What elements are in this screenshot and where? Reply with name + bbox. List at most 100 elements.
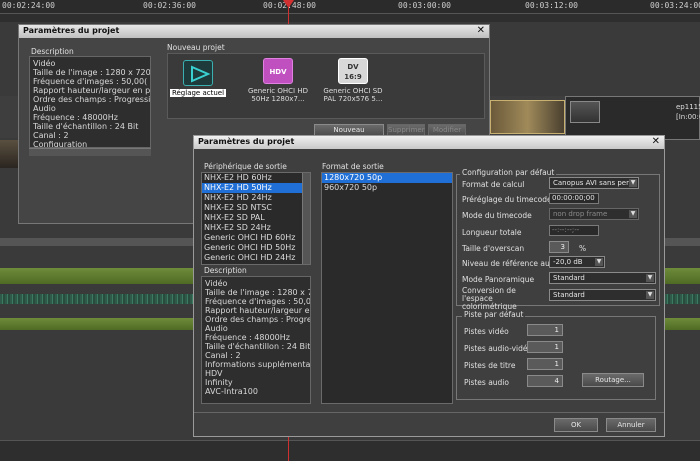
- device-list-item[interactable]: NHX-E2 SD NTSC: [202, 203, 310, 213]
- description-line: Fréquence d'images : 50,00( 50/1: [205, 297, 311, 306]
- description-label: Description: [204, 266, 247, 275]
- format-list-item[interactable]: 1280x720 50p: [322, 173, 452, 183]
- device-list-item[interactable]: NHX-E2 HD 24Hz: [202, 193, 310, 203]
- description-line: Configuration: [33, 140, 88, 148]
- output-format-label: Format de sortie: [322, 162, 384, 171]
- audio-ref-label: Niveau de référence audio: [462, 259, 562, 268]
- chevron-down-icon: ▼: [629, 210, 637, 218]
- description-line: Vidéo: [205, 279, 228, 288]
- preset-label: Réglage actuel: [169, 89, 227, 97]
- chevron-down-icon: ▼: [629, 179, 637, 187]
- format-list-item[interactable]: 960x720 50p: [322, 183, 452, 193]
- cancel-button[interactable]: Annuler: [606, 418, 656, 432]
- overscan-field[interactable]: 3: [549, 241, 569, 253]
- description-line: Ordre des champs : Progressif: [33, 95, 151, 104]
- current-setting-icon: [183, 60, 213, 86]
- device-list-item[interactable]: NHX-E2 SD 24Hz: [202, 223, 310, 233]
- timecode-label: 00:02:24:00: [2, 1, 55, 10]
- pan-mode-label: Mode Panoramique: [462, 275, 535, 284]
- dv-169-icon: DV 16:9: [338, 58, 368, 84]
- vertical-scrollbar[interactable]: [302, 173, 310, 264]
- timecode-mode-select[interactable]: non drop frame ▼: [549, 208, 639, 220]
- total-length-field[interactable]: --:--:--;--: [549, 225, 599, 236]
- description-box: Vidéo Taille de l'image : 1280 x 720 Fréqu…: [29, 56, 151, 148]
- timeline-ruler[interactable]: 00:02:24:00 00:02:36:00 00:02:48:00 00:0…: [0, 0, 700, 14]
- audio-tracks-label: Pistes audio: [464, 378, 509, 387]
- preset-label: Generic OHCI SD PAL 720x576 5...: [323, 87, 383, 103]
- preset-generic-ohci-hd[interactable]: HDV Generic OHCI HD 50Hz 1280x7...: [248, 58, 308, 103]
- dialog-titlebar[interactable]: Paramètres du projet ✕: [194, 136, 664, 149]
- preset-current-setting[interactable]: Réglage actuel: [168, 60, 228, 97]
- video-tracks-field[interactable]: 1: [527, 324, 563, 336]
- chevron-down-icon: ▼: [646, 274, 654, 282]
- color-conv-select[interactable]: Standard ▼: [549, 289, 656, 301]
- timecode-preset-label: Préréglage du timecode: [462, 195, 552, 204]
- preset-gallery: Réglage actuel HDV Generic OHCI HD 50Hz …: [167, 53, 485, 119]
- description-line: Audio: [205, 324, 228, 333]
- horizontal-scrollbar[interactable]: [29, 148, 151, 156]
- close-icon[interactable]: ✕: [477, 25, 485, 36]
- calc-format-value: Canopus AVI sans perte: [553, 179, 636, 187]
- dialog-titlebar[interactable]: Paramètres du projet ✕: [19, 25, 489, 38]
- ok-button[interactable]: OK: [554, 418, 598, 432]
- device-list-item[interactable]: Generic OHCI HD 24Hz: [202, 253, 310, 263]
- timecode-mode-value: non drop frame: [553, 210, 608, 218]
- timeline-footer: [0, 440, 700, 461]
- device-list-item[interactable]: NHX-E2 HD 50Hz: [202, 183, 310, 193]
- hdv-icon: HDV: [263, 58, 293, 84]
- title-tracks-label: Pistes de titre: [464, 361, 516, 370]
- output-device-label: Périphérique de sortie: [204, 162, 287, 171]
- dialog-title: Paramètres du projet: [23, 26, 120, 35]
- description-box: Vidéo Taille de l'image : 1280 x 720 Fréqu…: [201, 276, 311, 404]
- pan-mode-value: Standard: [553, 274, 585, 282]
- timecode-label: 00:02:36:00: [143, 1, 196, 10]
- audio-video-tracks-field[interactable]: 1: [527, 341, 563, 353]
- chevron-down-icon: ▼: [646, 291, 654, 299]
- device-list-item[interactable]: Generic OHCI HD 60Hz: [202, 233, 310, 243]
- output-format-list[interactable]: 1280x720 50p 960x720 50p: [321, 172, 453, 404]
- timecode-mode-label: Mode du timecode: [462, 211, 532, 220]
- clip-thumbnail: [570, 101, 600, 123]
- pan-mode-select[interactable]: Standard ▼: [549, 272, 656, 284]
- description-line: Infinity: [205, 378, 233, 387]
- chevron-down-icon: ▼: [595, 258, 603, 266]
- audio-ref-select[interactable]: -20,0 dB ▼: [549, 256, 605, 268]
- preset-generic-ohci-sd[interactable]: DV 16:9 Generic OHCI SD PAL 720x576 5...: [323, 58, 383, 103]
- video-clip-thumbnail[interactable]: [490, 100, 565, 134]
- clip-info-panel[interactable]: ep1115_0 [In:00:0: [565, 96, 700, 140]
- dialog-divider: [194, 412, 664, 413]
- device-list-item[interactable]: Generic OHCI HD 50Hz: [202, 243, 310, 253]
- device-list-item[interactable]: NHX-E2 HD 60Hz: [202, 173, 310, 183]
- description-line: HDV: [205, 369, 223, 378]
- description-line: Taille de l'image : 1280 x 720: [33, 68, 151, 77]
- description-line: Informations supplémentaires: [205, 360, 311, 369]
- timecode-preset-field[interactable]: 00:00:00;00: [549, 193, 599, 204]
- new-project-label: Nouveau projet: [167, 43, 225, 52]
- output-device-list[interactable]: NHX-E2 HD 60Hz NHX-E2 HD 50Hz NHX-E2 HD 24…: [201, 172, 311, 265]
- title-tracks-field[interactable]: 1: [527, 358, 563, 370]
- routing-button[interactable]: Routage...: [582, 373, 644, 387]
- clip-in-point: [In:00:0: [676, 113, 700, 121]
- description-line: AVC-Intra100: [205, 387, 258, 396]
- description-line: Canal : 2: [33, 131, 69, 140]
- color-conv-label: Conversion de l'espace colorimétrique: [462, 286, 517, 311]
- total-length-label: Longueur totale: [462, 228, 522, 237]
- calc-format-select[interactable]: Canopus AVI sans perte ▼: [549, 177, 639, 189]
- audio-ref-value: -20,0 dB: [553, 258, 583, 266]
- overscan-label: Taille d'overscan: [462, 244, 525, 253]
- description-line: Fréquence : 48000Hz: [205, 333, 290, 342]
- device-list-item[interactable]: NHX-E2 SD PAL: [202, 213, 310, 223]
- audio-tracks-field[interactable]: 4: [527, 375, 563, 387]
- default-tracks-label: Piste par défaut: [462, 310, 526, 319]
- project-settings-dialog: Paramètres du projet ✕ Périphérique de s…: [193, 135, 665, 437]
- description-line: Fréquence d'images : 50,00( 50/1 ): [33, 77, 150, 86]
- description-line: Taille d'échantillon : 24 Bit: [205, 342, 311, 351]
- description-line: Vidéo: [33, 59, 56, 68]
- video-tracks-label: Pistes vidéo: [464, 327, 509, 336]
- timeline-ruler-bar[interactable]: [0, 14, 700, 22]
- video-clip-edge[interactable]: [0, 140, 18, 168]
- description-line: Rapport hauteur/largeur en pixels: [205, 306, 310, 315]
- audio-video-tracks-label: Pistes audio-vidéo: [464, 344, 533, 353]
- close-icon[interactable]: ✕: [652, 136, 660, 147]
- dialog-title: Paramètres du projet: [198, 137, 295, 146]
